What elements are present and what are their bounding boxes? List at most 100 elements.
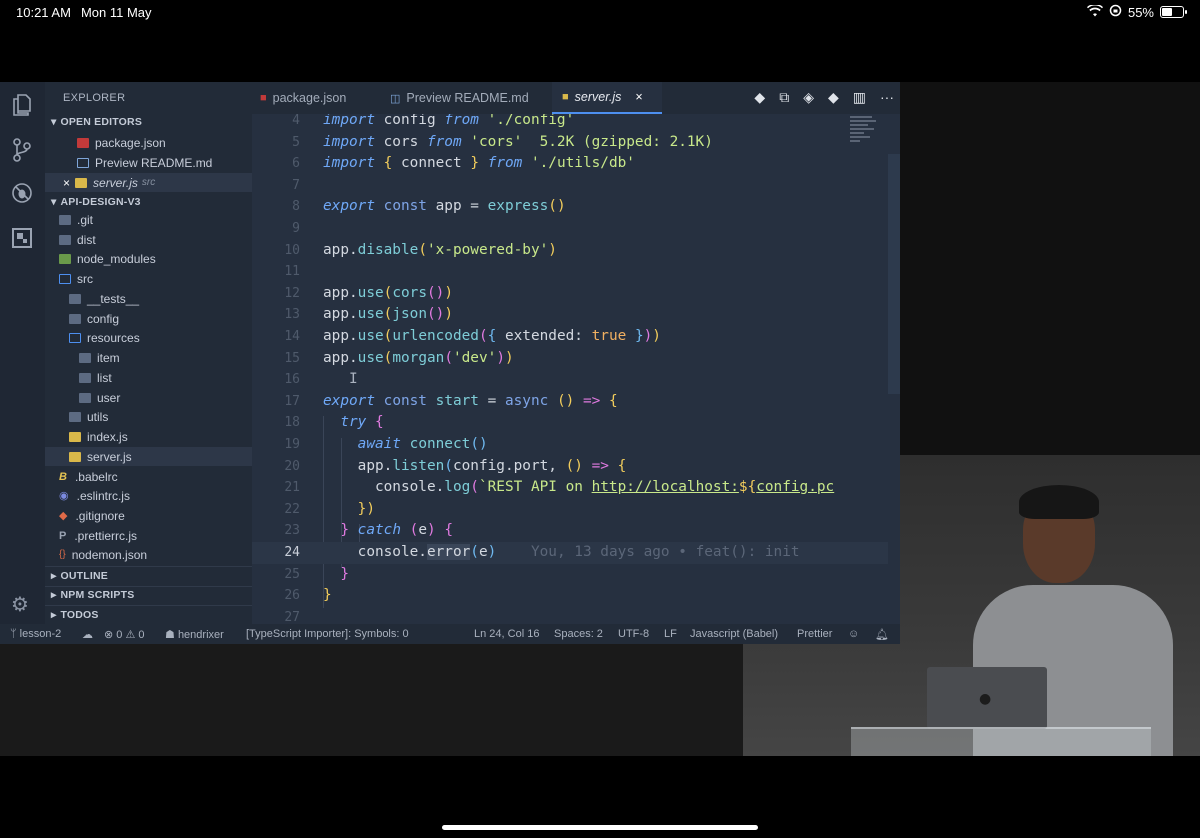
open-changes-icon[interactable]: ⧉: [779, 89, 789, 106]
error-count: 0: [116, 629, 123, 641]
project-label: API-DESIGN-V3: [60, 196, 141, 208]
tree-item-gitignore[interactable]: ◆ .gitignore: [45, 506, 252, 525]
tree-item-prettierrc[interactable]: P .prettierrc.js: [45, 526, 252, 545]
import-cost-hint: 5.2K (gzipped: 2.1K): [539, 133, 713, 150]
tab-readme-preview[interactable]: ◫ Preview README.md: [390, 82, 550, 114]
tree-item-eslintrc[interactable]: ◉ .eslintrc.js: [45, 486, 252, 505]
activity-bar: [0, 82, 45, 624]
code-line: 25 }: [252, 564, 888, 586]
code-area[interactable]: 4 import config from './config' 5 import c…: [252, 114, 888, 624]
section-divider: [45, 586, 252, 587]
tree-item-babelrc[interactable]: B .babelrc: [45, 467, 252, 486]
cursor-position[interactable]: Ln 24, Col 16: [474, 628, 539, 640]
git-compare-icon[interactable]: ◆: [754, 89, 765, 106]
explorer-sidebar: EXPLORER ▾ OPEN EDITORS package.json Pre…: [45, 82, 252, 624]
line-number: 16: [284, 372, 300, 388]
outline-section[interactable]: ▸ OUTLINE: [51, 570, 108, 582]
code-line: 17 export const start = async () => {: [252, 391, 888, 413]
code-line: 11: [252, 261, 888, 283]
js-icon: [69, 431, 81, 442]
extensions-icon[interactable]: [11, 228, 33, 250]
home-indicator[interactable]: [442, 825, 758, 830]
tree-item-item[interactable]: item: [45, 348, 252, 367]
notifications-bell-icon[interactable]: 🔔︎: [875, 628, 889, 641]
battery-fill: [1162, 8, 1173, 16]
tab-close-icon[interactable]: ×: [635, 90, 642, 104]
language-mode[interactable]: Javascript (Babel): [690, 628, 778, 640]
problems-indicator[interactable]: ⊗ 0 ⚠ 0: [104, 628, 145, 641]
source-control-icon[interactable]: [11, 138, 33, 162]
debug-icon[interactable]: [11, 182, 33, 204]
folder-icon: [69, 313, 81, 324]
line-number: 9: [292, 221, 300, 236]
tree-item-dist[interactable]: dist: [45, 230, 252, 249]
presenter-hair: [1019, 485, 1099, 519]
git-blame-annotation: You, 13 days ago • feat(): init: [530, 544, 800, 560]
project-section[interactable]: ▾ API-DESIGN-V3: [51, 196, 141, 208]
open-editor-package-json[interactable]: package.json: [45, 133, 252, 152]
open-editors-section[interactable]: ▾ OPEN EDITORS: [51, 116, 142, 128]
more-actions-icon[interactable]: ···: [880, 89, 894, 106]
tab-label: server.js: [574, 90, 622, 104]
open-editor-server-js[interactable]: × server.js src: [45, 173, 252, 192]
tree-item-label: __tests__: [87, 291, 140, 306]
git-icon: ◆: [59, 510, 68, 522]
js-icon: [69, 451, 81, 462]
tree-item-tests[interactable]: __tests__: [45, 289, 252, 308]
warning-count: 0: [138, 629, 145, 641]
tree-item-list[interactable]: list: [45, 368, 252, 387]
podium: [851, 727, 1151, 756]
files-icon[interactable]: [11, 94, 33, 116]
npm-scripts-section[interactable]: ▸ NPM SCRIPTS: [51, 589, 134, 601]
indentation-setting[interactable]: Spaces: 2: [554, 628, 603, 640]
settings-gear-icon[interactable]: ⚙: [11, 592, 29, 616]
ts-importer-status[interactable]: [TypeScript Importer]: Symbols: 0: [246, 628, 409, 640]
git-branch-icon: ᛘ: [10, 628, 17, 640]
open-editor-readme-preview[interactable]: Preview README.md: [45, 153, 252, 172]
preview-icon: [77, 157, 89, 168]
folder-open-icon: [69, 332, 81, 343]
vertical-scrollbar[interactable]: [888, 154, 900, 394]
json-icon: {}: [59, 549, 66, 560]
editor-tab-bar: ■ package.json ◫ Preview README.md ■ ser…: [252, 82, 900, 114]
tree-item-config[interactable]: config: [45, 309, 252, 328]
file-encoding[interactable]: UTF-8: [618, 628, 649, 640]
section-divider: [45, 566, 252, 567]
tree-item-resources[interactable]: resources: [45, 328, 252, 347]
line-number: 6: [292, 156, 300, 172]
minimap[interactable]: [850, 114, 880, 174]
tree-item-node-modules[interactable]: node_modules: [45, 249, 252, 268]
tree-item-index-js[interactable]: index.js: [45, 427, 252, 446]
feedback-icon[interactable]: ☺: [848, 628, 859, 640]
close-icon[interactable]: ×: [63, 176, 70, 190]
code-line: 6 import { connect } from './utils/db': [252, 153, 888, 175]
tab-server-js[interactable]: ■ server.js ×: [552, 82, 662, 114]
tree-item-git[interactable]: .git: [45, 210, 252, 229]
sync-icon[interactable]: ☁: [82, 628, 93, 641]
editor-status-bar: ᛘ lesson-2 ☁ ⊗ 0 ⚠ 0 ☗ hendrixer [TypeSc…: [0, 624, 900, 644]
error-icon: ⊗: [104, 629, 114, 641]
video-frame: ● ⚙ EXPLORER ▾ OPEN EDITORS package.json…: [0, 82, 1200, 756]
split-editor-icon[interactable]: ▥: [853, 89, 866, 106]
branch-indicator[interactable]: ᛘ lesson-2: [10, 628, 61, 640]
live-share-user[interactable]: ☗ hendrixer: [165, 628, 224, 641]
formatter-status[interactable]: Prettier: [797, 628, 832, 640]
tree-item-user[interactable]: user: [45, 388, 252, 407]
tree-item-src[interactable]: src: [45, 269, 252, 288]
explorer-title: EXPLORER: [63, 92, 126, 104]
chevron-right-icon: ▸: [51, 609, 57, 621]
tree-item-utils[interactable]: utils: [45, 407, 252, 426]
git-history-icon[interactable]: ◆: [828, 89, 839, 106]
code-line: 9: [252, 218, 888, 240]
prettier-icon: P: [59, 529, 67, 542]
chevron-right-icon: ▸: [51, 589, 57, 601]
todos-section[interactable]: ▸ TODOS: [51, 609, 99, 621]
tree-item-server-js[interactable]: server.js: [45, 447, 252, 466]
branch-name: lesson-2: [19, 628, 62, 640]
tree-item-nodemon[interactable]: {} nodemon.json: [45, 545, 252, 564]
folder-icon: [69, 293, 81, 304]
line-ending[interactable]: LF: [664, 628, 677, 640]
toggle-blame-icon[interactable]: ◈: [803, 89, 814, 106]
line-number: 26: [284, 588, 300, 604]
tab-package-json[interactable]: ■ package.json: [260, 82, 382, 114]
